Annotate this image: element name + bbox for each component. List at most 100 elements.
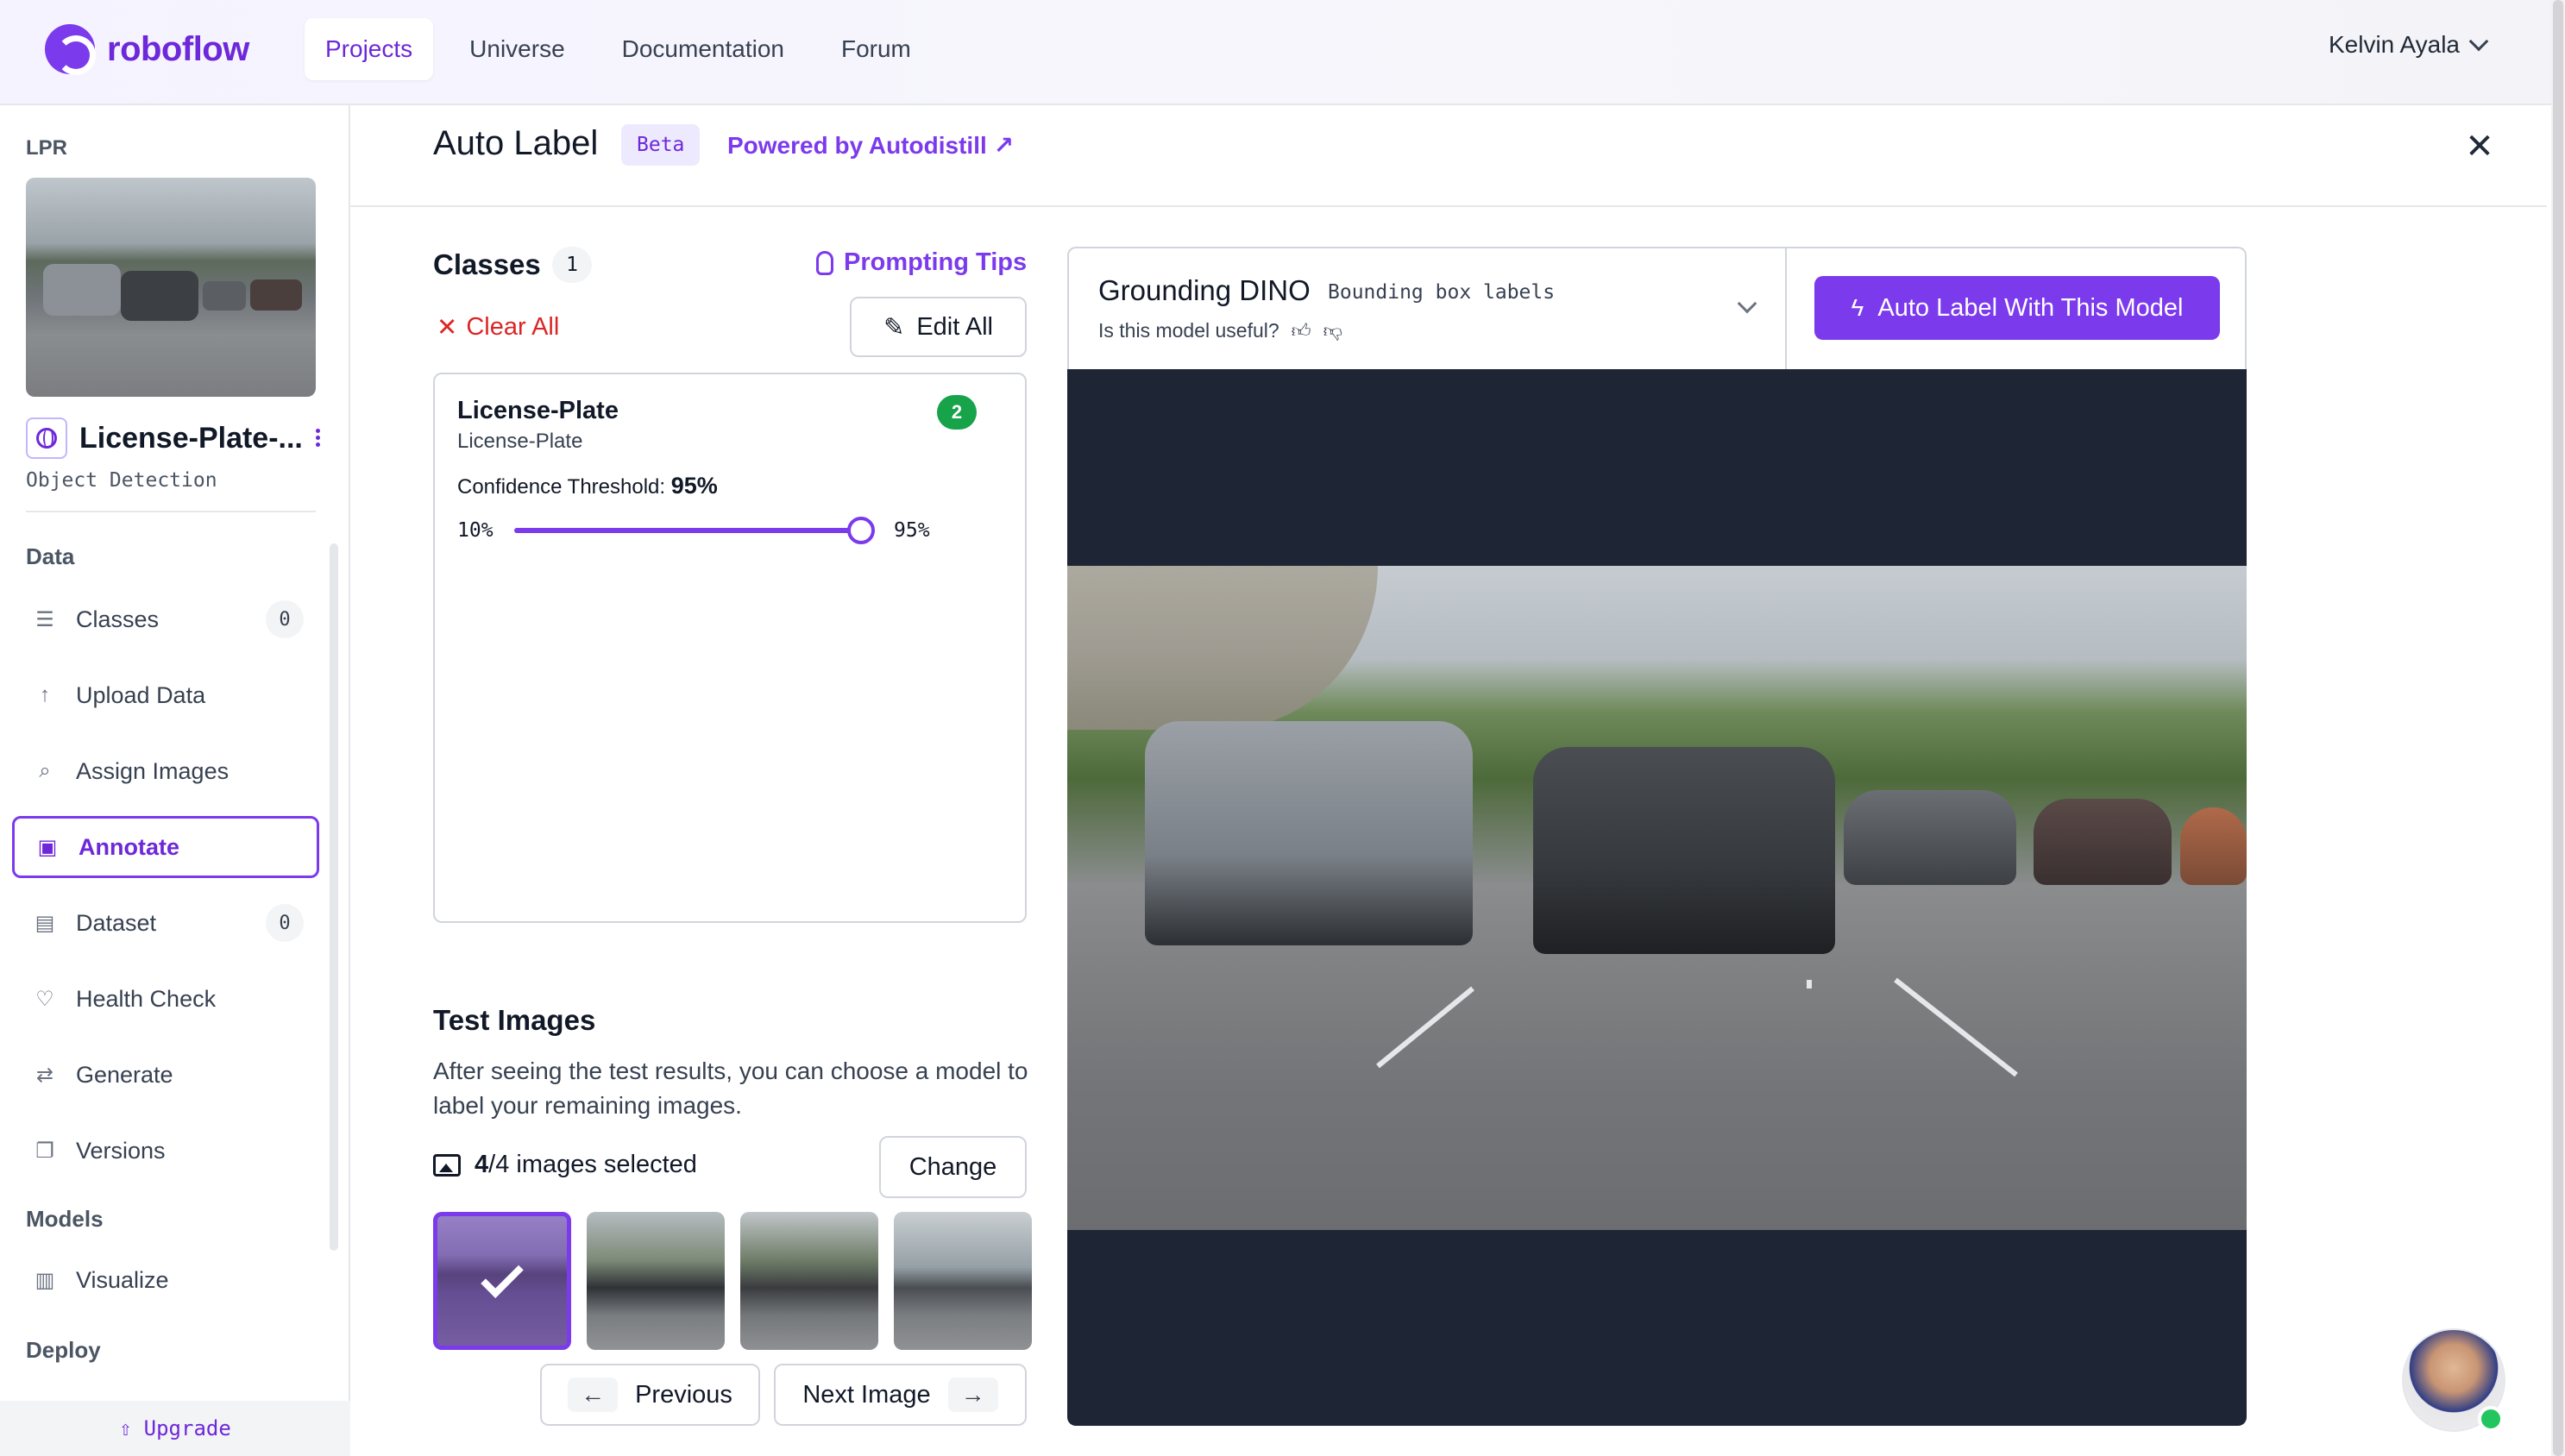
page-title: Auto Label — [433, 124, 599, 162]
powered-by-link[interactable]: Powered by Autodistill ↗ — [727, 131, 1014, 160]
list-icon: ☰ — [35, 607, 54, 631]
class-card: License-Plate License-Plate 2 Confidence… — [433, 373, 1027, 923]
model-selector-card: Grounding DINO Bounding box labels Is th… — [1067, 247, 2247, 369]
edit-all-button[interactable]: ✎ Edit All — [850, 297, 1027, 357]
project-label: LPR — [26, 136, 67, 160]
upload-icon: ↑ — [40, 683, 50, 706]
preview-car — [2180, 807, 2247, 885]
dataset-count-badge: 0 — [266, 904, 304, 942]
parking-lines — [1376, 977, 2018, 1077]
nav-links: Projects Universe Documentation Forum — [305, 18, 932, 80]
test-image-thumbnail[interactable] — [587, 1212, 725, 1350]
project-title-row: License-Plate-... — [26, 417, 303, 459]
slider-handle[interactable] — [847, 517, 875, 544]
previous-button[interactable]: ← Previous — [540, 1364, 760, 1426]
top-navbar: roboflow Projects Universe Documentation… — [0, 0, 2565, 105]
class-name: License-Plate — [457, 397, 619, 424]
preview-image — [1067, 566, 2247, 1230]
thumbs-up-icon[interactable]: 👍︎ — [1292, 319, 1311, 342]
confidence-threshold-label: Confidence Threshold: — [457, 475, 666, 499]
images-selected-total: /4 images selected — [488, 1151, 697, 1178]
model-type: Bounding box labels — [1328, 281, 1556, 304]
lightbulb-icon — [816, 250, 833, 275]
check-icon — [481, 1255, 524, 1298]
user-menu[interactable]: Kelvin Ayala — [2329, 31, 2489, 59]
slider-min-label: 10% — [457, 519, 494, 542]
test-image-thumbnail[interactable] — [740, 1212, 878, 1350]
kebab-menu-icon[interactable] — [316, 429, 321, 449]
nav-forum[interactable]: Forum — [820, 18, 932, 80]
project-type: Object Detection — [26, 469, 217, 492]
sidebar-item-visualize[interactable]: ▥ Visualize — [12, 1249, 319, 1311]
images-selected-label: 4/4 images selected — [475, 1151, 697, 1179]
sidebar-item-label: Dataset — [76, 909, 157, 936]
clear-all-button[interactable]: ✕ Clear All — [437, 312, 559, 342]
project-thumbnail-image — [43, 264, 302, 321]
sidebar-item-label: Classes — [76, 606, 160, 632]
prompting-tips-link[interactable]: Prompting Tips — [816, 248, 1027, 277]
next-image-button[interactable]: Next Image → — [774, 1364, 1027, 1426]
classes-count: 1 — [552, 247, 592, 283]
sidebar-item-health-check[interactable]: ♡ Health Check — [12, 968, 319, 1030]
test-image-thumbnail[interactable] — [433, 1212, 571, 1350]
sidebar: LPR License-Plate-... Object Detection D… — [0, 105, 350, 1456]
nav-documentation[interactable]: Documentation — [601, 18, 805, 80]
sidebar-item-versions[interactable]: ❐ Versions — [12, 1120, 319, 1182]
nav-projects[interactable]: Projects — [305, 18, 434, 80]
online-status-indicator — [2478, 1406, 2504, 1432]
pencil-icon: ✎ — [883, 313, 905, 342]
upgrade-icon: ⇧ — [119, 1416, 132, 1440]
model-name[interactable]: Grounding DINO — [1098, 274, 1311, 307]
class-prompt: License-Plate — [457, 430, 583, 453]
sidebar-item-label: Generate — [76, 1061, 173, 1088]
model-dropdown-chevron-icon[interactable] — [1737, 293, 1757, 314]
confidence-slider[interactable] — [514, 517, 875, 544]
chart-icon: ▥ — [35, 1268, 55, 1292]
page-scrollbar[interactable] — [2551, 0, 2565, 1456]
sidebar-item-label: Upload Data — [76, 681, 206, 708]
sidebar-item-label: Health Check — [76, 985, 217, 1012]
preview-car — [2034, 799, 2172, 885]
arrow-right-icon: → — [947, 1378, 998, 1412]
sidebar-item-classes[interactable]: ☰ Classes 0 — [12, 588, 319, 650]
sidebar-item-generate[interactable]: ⇄ Generate — [12, 1044, 319, 1106]
versions-icon: ❐ — [35, 1139, 54, 1163]
project-name[interactable]: License-Plate-... — [79, 422, 303, 455]
sidebar-item-label: Versions — [76, 1137, 166, 1164]
upgrade-label: Upgrade — [143, 1416, 231, 1440]
auto-label-button-label: Auto Label With This Model — [1877, 293, 2184, 322]
classes-count-badge: 0 — [266, 600, 304, 638]
generate-icon: ⇄ — [35, 1063, 54, 1087]
arrow-left-icon: ← — [568, 1378, 619, 1412]
image-icon — [433, 1153, 461, 1177]
prompting-tips-label: Prompting Tips — [844, 248, 1028, 276]
sidebar-item-assign-images[interactable]: ⌕ Assign Images — [12, 740, 319, 802]
sidebar-item-label: Annotate — [79, 833, 179, 860]
next-image-label: Next Image — [802, 1380, 931, 1409]
section-data: Data — [26, 543, 75, 569]
previous-label: Previous — [635, 1380, 732, 1409]
beta-badge: Beta — [621, 124, 701, 166]
roboflow-logo[interactable]: roboflow — [45, 24, 249, 75]
sidebar-item-label: Visualize — [76, 1266, 169, 1293]
preview-car — [1844, 790, 2016, 885]
nav-universe[interactable]: Universe — [449, 18, 585, 80]
lightning-icon: ϟ — [1851, 294, 1864, 321]
page-scrollbar-thumb[interactable] — [2553, 0, 2563, 1456]
test-images-description: After seeing the test results, you can c… — [433, 1057, 1028, 1119]
thumbs-down-icon[interactable]: 👎︎ — [1323, 319, 1342, 342]
sidebar-scrollbar[interactable] — [330, 543, 338, 1251]
upgrade-button[interactable]: ⇧ Upgrade — [0, 1401, 350, 1456]
sidebar-item-dataset[interactable]: ▤ Dataset 0 — [12, 892, 319, 954]
preview-stadium — [1067, 566, 1378, 730]
project-thumbnail[interactable] — [26, 178, 316, 397]
clear-all-label: Clear All — [466, 313, 560, 341]
auto-label-button[interactable]: ϟ Auto Label With This Model — [1814, 276, 2220, 340]
class-detections-badge: 2 — [937, 395, 977, 430]
change-button[interactable]: Change — [879, 1136, 1027, 1198]
close-icon[interactable]: ✕ — [2462, 129, 2497, 164]
preview-car — [1533, 747, 1835, 954]
sidebar-item-upload-data[interactable]: ↑ Upload Data — [12, 664, 319, 726]
test-image-thumbnail[interactable] — [894, 1212, 1032, 1350]
sidebar-item-annotate[interactable]: ▣ Annotate — [12, 816, 319, 878]
